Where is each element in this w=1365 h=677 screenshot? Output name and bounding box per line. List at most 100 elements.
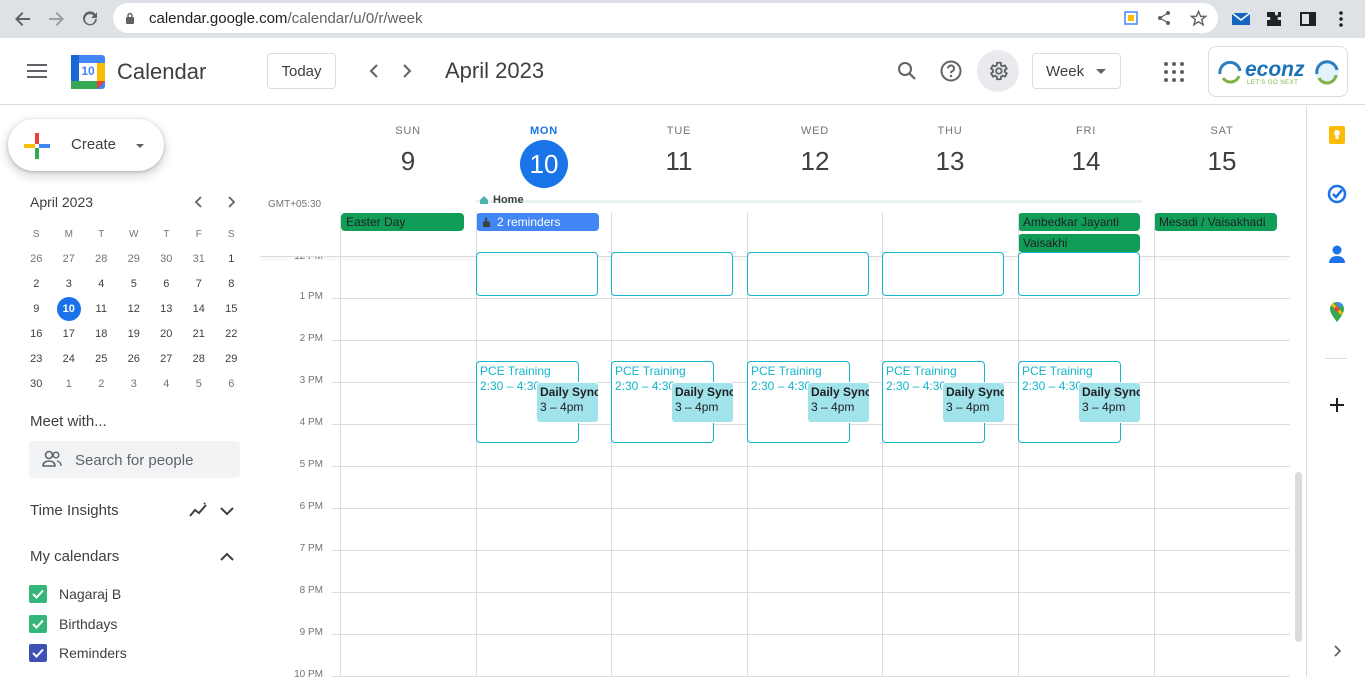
previous-week-button[interactable]	[362, 59, 386, 83]
next-week-button[interactable]	[395, 59, 419, 83]
morning-event[interactable]	[611, 252, 733, 296]
contacts-icon[interactable]	[1326, 243, 1348, 265]
event-daily-sync[interactable]: Daily Sync 3 – 4pm	[536, 382, 599, 423]
day-number[interactable]: 13	[882, 146, 1018, 177]
mini-calendar-next-button[interactable]	[222, 193, 240, 211]
mini-calendar-day[interactable]: 4	[150, 372, 183, 397]
working-location[interactable]: Home	[479, 194, 524, 206]
mini-calendar-day[interactable]: 6	[150, 272, 183, 297]
search-icon[interactable]	[895, 59, 919, 83]
morning-event[interactable]	[882, 252, 1004, 296]
forward-icon[interactable]	[46, 9, 66, 29]
morning-event[interactable]	[476, 252, 598, 296]
keep-icon[interactable]	[1326, 124, 1348, 146]
mini-calendar-today[interactable]: 10	[53, 297, 86, 322]
allday-event-vaisakhi[interactable]: Vaisakhi	[1018, 234, 1140, 252]
mini-calendar-day[interactable]: 28	[183, 347, 216, 372]
my-calendars-chevron-up-icon[interactable]	[220, 549, 236, 563]
mini-calendar-day[interactable]: 8	[215, 272, 248, 297]
mini-calendar-day[interactable]: 29	[118, 247, 151, 272]
search-people-input[interactable]: Search for people	[29, 441, 240, 478]
mini-calendar-prev-button[interactable]	[190, 193, 208, 211]
event-daily-sync[interactable]: Daily Sync 3 – 4pm	[942, 382, 1005, 423]
grid-scrollbar[interactable]	[1295, 472, 1302, 642]
browser-menu-icon[interactable]	[1331, 9, 1351, 29]
address-bar[interactable]: calendar.google.com/calendar/u/0/r/week	[113, 3, 1218, 33]
day-header-mon[interactable]: MON 10	[476, 106, 612, 196]
event-daily-sync[interactable]: Daily Sync 3 – 4pm	[671, 382, 734, 423]
mini-calendar-day[interactable]: 28	[85, 247, 118, 272]
tasks-icon[interactable]	[1326, 183, 1348, 205]
share-icon[interactable]	[1155, 9, 1173, 27]
main-menu-icon[interactable]	[27, 64, 47, 78]
mini-calendar-day[interactable]: 6	[215, 372, 248, 397]
mini-calendar-day[interactable]: 27	[53, 247, 86, 272]
day-header-sun[interactable]: SUN 9	[340, 106, 476, 196]
mini-calendar-day[interactable]: 2	[85, 372, 118, 397]
create-button[interactable]: Create	[8, 119, 164, 171]
mini-calendar-day[interactable]: 22	[215, 322, 248, 347]
day-number[interactable]: 9	[340, 146, 476, 177]
time-insights-title[interactable]: Time Insights	[30, 502, 119, 519]
mini-calendar-day[interactable]: 9	[20, 297, 53, 322]
calendar-item[interactable]: Reminders	[29, 643, 127, 663]
day-header-sat[interactable]: SAT 15	[1154, 106, 1290, 196]
day-number[interactable]: 11	[611, 146, 747, 177]
calendar-logo[interactable]: 10	[71, 55, 105, 89]
day-header-thu[interactable]: THU 13	[882, 106, 1018, 196]
my-calendars-title[interactable]: My calendars	[30, 548, 119, 565]
translate-icon[interactable]	[1122, 9, 1140, 27]
mini-calendar-day[interactable]: 23	[20, 347, 53, 372]
day-number[interactable]: 15	[1154, 146, 1290, 177]
view-switcher[interactable]: Week	[1032, 53, 1121, 89]
extensions-puzzle-icon[interactable]	[1264, 9, 1284, 29]
mini-calendar-day[interactable]: 3	[118, 372, 151, 397]
mini-calendar-day[interactable]: 24	[53, 347, 86, 372]
checkbox-icon[interactable]	[29, 585, 47, 603]
event-daily-sync[interactable]: Daily Sync 3 – 4pm	[1078, 382, 1141, 423]
time-insights-chevron-down-icon[interactable]	[220, 503, 236, 517]
back-icon[interactable]	[13, 9, 33, 29]
reload-icon[interactable]	[80, 9, 100, 29]
add-addon-icon[interactable]	[1326, 394, 1348, 416]
bookmark-star-icon[interactable]	[1189, 9, 1207, 27]
day-header-fri[interactable]: FRI 14	[1018, 106, 1154, 196]
mini-calendar-day[interactable]: 16	[20, 322, 53, 347]
mini-calendar-day[interactable]: 17	[53, 322, 86, 347]
gear-icon[interactable]	[986, 59, 1010, 83]
help-icon[interactable]	[939, 59, 963, 83]
mini-calendar-day[interactable]: 26	[118, 347, 151, 372]
mini-calendar-day[interactable]: 2	[20, 272, 53, 297]
mini-calendar-day[interactable]: 1	[53, 372, 86, 397]
mini-calendar-day[interactable]: 5	[183, 372, 216, 397]
expand-panel-chevron-icon[interactable]	[1326, 640, 1348, 662]
morning-event[interactable]	[747, 252, 869, 296]
event-daily-sync[interactable]: Daily Sync 3 – 4pm	[807, 382, 870, 423]
mini-calendar-day[interactable]: 21	[183, 322, 216, 347]
mini-calendar-day[interactable]: 30	[150, 247, 183, 272]
mini-calendar-day[interactable]: 19	[118, 322, 151, 347]
day-number[interactable]: 10	[520, 140, 568, 188]
mini-calendar-day[interactable]: 18	[85, 322, 118, 347]
allday-event-mesadi[interactable]: Mesadi / Vaisakhadi	[1154, 213, 1277, 231]
mini-calendar-day[interactable]: 4	[85, 272, 118, 297]
insights-chart-icon[interactable]	[189, 502, 209, 518]
calendar-item[interactable]: Birthdays	[29, 614, 117, 634]
mini-calendar-day[interactable]: 3	[53, 272, 86, 297]
day-header-wed[interactable]: WED 12	[747, 106, 883, 196]
mail-extension-icon[interactable]	[1231, 9, 1251, 29]
google-apps-icon[interactable]	[1164, 62, 1184, 82]
allday-event-ambedkar-jayanti[interactable]: Ambedkar Jayanti	[1018, 213, 1140, 231]
checkbox-icon[interactable]	[29, 614, 47, 633]
mini-calendar-day[interactable]: 13	[150, 297, 183, 322]
today-button[interactable]: Today	[267, 53, 336, 89]
maps-icon[interactable]	[1326, 301, 1348, 323]
checkbox-icon[interactable]	[29, 644, 47, 662]
mini-calendar-day[interactable]: 29	[215, 347, 248, 372]
mini-calendar-day[interactable]: 27	[150, 347, 183, 372]
mini-calendar-day[interactable]: 12	[118, 297, 151, 322]
mini-calendar-day[interactable]: 14	[183, 297, 216, 322]
mini-calendar-day[interactable]: 11	[85, 297, 118, 322]
mini-calendar-day[interactable]: 31	[183, 247, 216, 272]
mini-calendar-day[interactable]: 26	[20, 247, 53, 272]
